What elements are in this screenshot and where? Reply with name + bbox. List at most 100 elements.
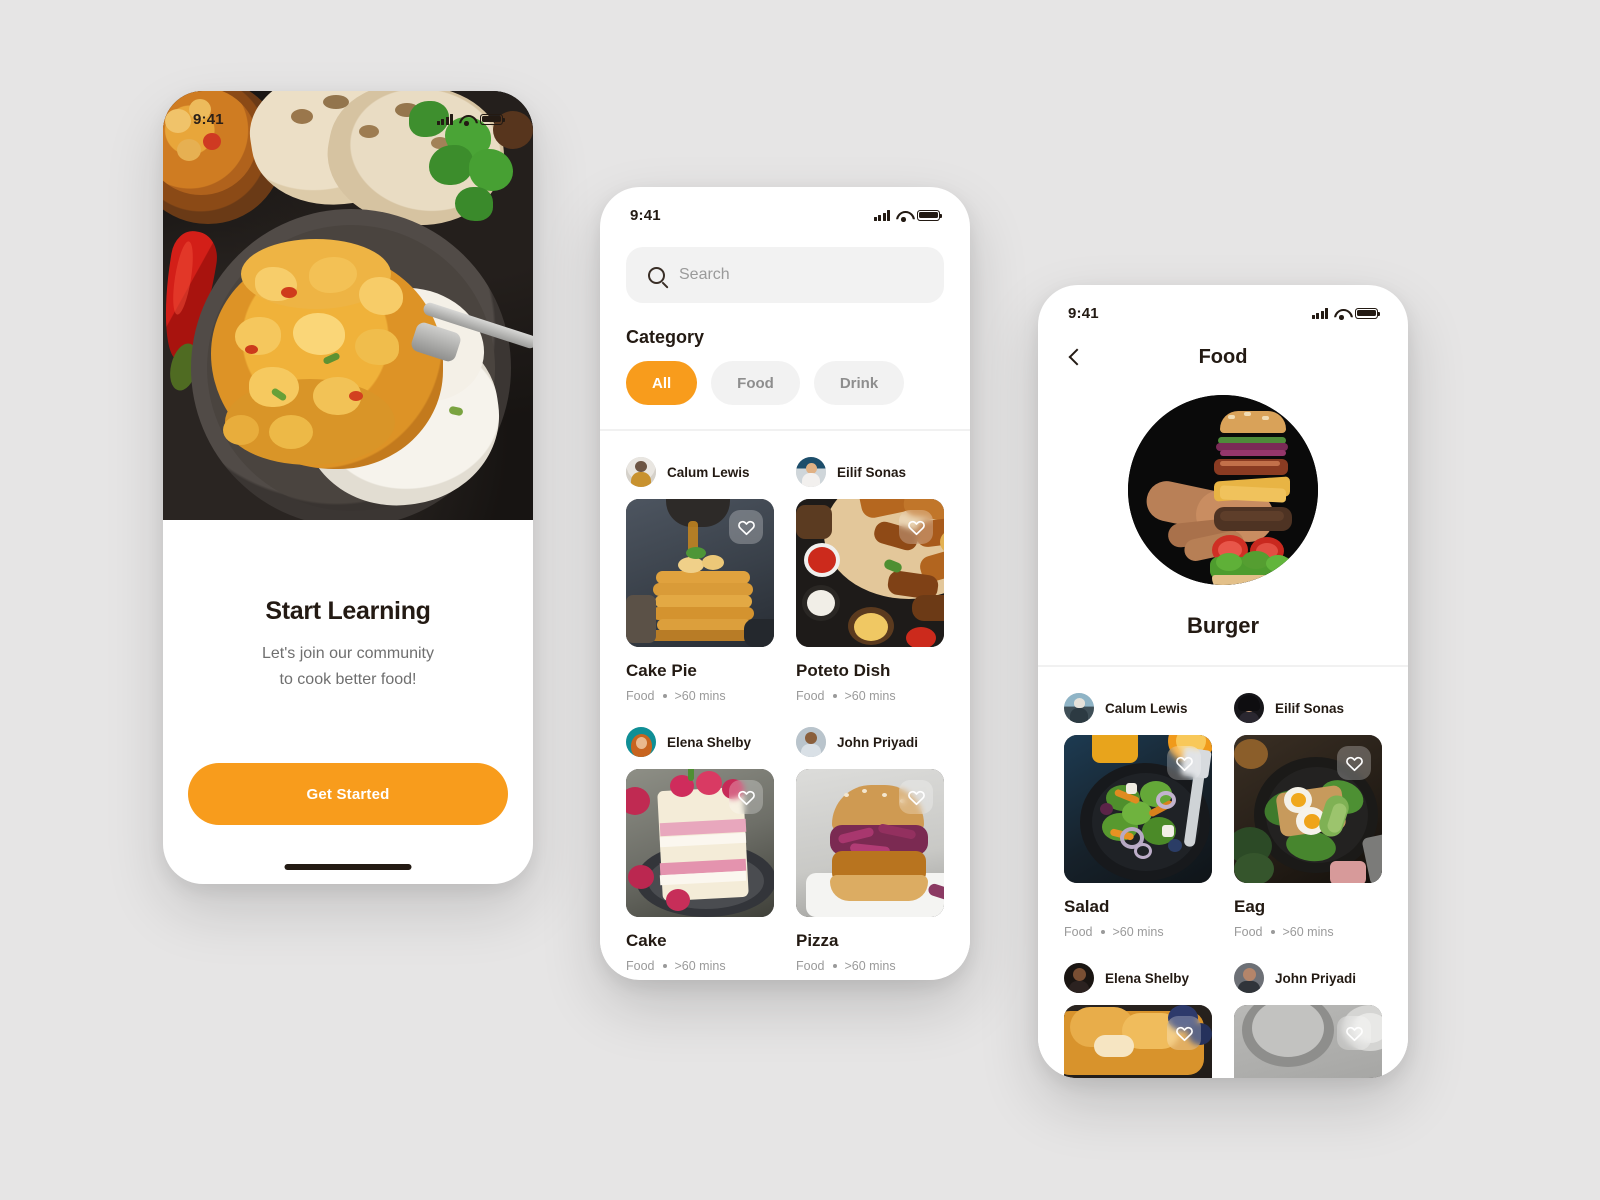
status-time: 9:41 (1068, 304, 1099, 322)
heart-icon (1175, 1026, 1193, 1041)
recipe-duration: >60 mins (1282, 925, 1334, 939)
home-indicator (284, 864, 412, 870)
recipe-image[interactable] (626, 499, 774, 647)
author-name: Calum Lewis (667, 464, 750, 480)
get-started-button[interactable]: Get Started (188, 763, 508, 825)
screenshot-canvas: 9:41 Start Learning Let's join our commu… (0, 0, 1600, 1200)
recipe-card[interactable]: Eilif Sonas (796, 451, 944, 707)
favorite-button[interactable] (1337, 1016, 1371, 1050)
page-title: Food (1198, 345, 1248, 368)
recipe-duration: >60 mins (674, 689, 726, 703)
recipe-card[interactable]: Elena Shelby (1064, 957, 1212, 1078)
subtitle-line-1: Let's join our community (261, 645, 434, 662)
recipe-image[interactable] (1064, 735, 1212, 883)
recipe-card[interactable]: Calum Lewis (626, 451, 774, 707)
back-button[interactable] (1064, 346, 1086, 368)
author-name: Elena Shelby (667, 734, 752, 750)
onboarding-copy: Start Learning Let's join our community … (163, 520, 533, 693)
wifi-icon (459, 114, 474, 126)
search-icon (648, 266, 665, 284)
battery-icon (480, 113, 506, 125)
recipe-meta: Food >60 mins (796, 959, 944, 973)
recipe-author[interactable]: Eilif Sonas (1234, 687, 1382, 729)
favorite-button[interactable] (729, 780, 763, 814)
separator-dot-icon (832, 964, 837, 968)
category-heading: Category (626, 327, 705, 347)
recipe-author[interactable]: Eilif Sonas (796, 451, 944, 493)
recipe-category: Food (796, 689, 825, 703)
recipe-image[interactable] (796, 499, 944, 647)
recipe-image[interactable] (796, 769, 944, 917)
author-name: John Priyadi (1275, 970, 1357, 986)
recipe-author[interactable]: Calum Lewis (1064, 687, 1212, 729)
page-title: Start Learning (265, 597, 431, 625)
onboarding-subtitle: Let's join our community to cook better … (163, 641, 533, 693)
separator-dot-icon (1100, 930, 1105, 934)
navigation-bar: Food (1038, 331, 1408, 383)
avatar (796, 457, 826, 487)
author-name: John Priyadi (837, 734, 919, 750)
recipe-duration: >60 mins (844, 689, 896, 703)
favorite-button[interactable] (899, 510, 933, 544)
recipe-card[interactable]: Elena Shelby (626, 721, 774, 977)
recipe-image[interactable] (1234, 735, 1382, 883)
battery-icon (1355, 307, 1381, 319)
recipe-title: Cake (626, 931, 667, 950)
separator-dot-icon (832, 694, 837, 698)
food-detail-screen: 9:41 Food Burger Calum Lewis Salad Food … (1038, 285, 1408, 1078)
recipe-grid: Calum Lewis (1064, 687, 1382, 1078)
recipe-grid: Calum Lewis (626, 451, 944, 977)
recipe-title: Poteto Dish (796, 661, 891, 680)
heart-icon (907, 520, 925, 535)
status-time: 9:41 (193, 110, 224, 128)
avatar (626, 457, 656, 487)
recipe-image[interactable] (1064, 1005, 1212, 1078)
author-name: Eilif Sonas (837, 464, 907, 480)
status-time: 9:41 (630, 206, 661, 224)
avatar (796, 727, 826, 757)
recipe-author[interactable]: Elena Shelby (626, 721, 774, 763)
recipe-duration: >60 mins (674, 959, 726, 973)
avatar (1064, 963, 1094, 993)
recipe-author[interactable]: Calum Lewis (626, 451, 774, 493)
recipe-category: Food (1064, 925, 1093, 939)
home-feed-screen: 9:41 Search Category All Food Drink Calu… (600, 187, 970, 980)
category-chip-all[interactable]: All (626, 361, 698, 405)
recipe-author[interactable]: Elena Shelby (1064, 957, 1212, 999)
recipe-author[interactable]: John Priyadi (796, 721, 944, 763)
category-chip-drink[interactable]: Drink (813, 361, 905, 405)
onboarding-screen: 9:41 Start Learning Let's join our commu… (163, 91, 533, 884)
favorite-button[interactable] (1167, 746, 1201, 780)
separator-dot-icon (662, 694, 667, 698)
search-input[interactable]: Search (626, 247, 944, 303)
favorite-button[interactable] (1167, 1016, 1201, 1050)
favorite-button[interactable] (1337, 746, 1371, 780)
heart-icon (1345, 1026, 1363, 1041)
signal-icon (1311, 307, 1328, 319)
recipe-card[interactable]: Calum Lewis (1064, 687, 1212, 943)
recipe-card[interactable]: Eilif Sonas (1234, 687, 1382, 943)
recipe-image[interactable] (626, 769, 774, 917)
category-chip-food[interactable]: Food (711, 361, 800, 405)
search-placeholder: Search (679, 266, 730, 283)
recipe-category: Food (626, 689, 655, 703)
recipe-card[interactable]: John Priyadi (1234, 957, 1382, 1078)
recipe-title: Eag (1234, 897, 1266, 916)
favorite-button[interactable] (899, 780, 933, 814)
recipe-meta: Food >60 mins (796, 689, 944, 703)
heart-icon (737, 520, 755, 535)
battery-icon (917, 209, 943, 221)
recipe-category: Food (796, 959, 825, 973)
recipe-title: Cake Pie (626, 661, 697, 680)
recipe-image[interactable] (1234, 1005, 1382, 1078)
favorite-button[interactable] (729, 510, 763, 544)
status-bar: 9:41 (163, 91, 533, 137)
separator-dot-icon (662, 964, 667, 968)
recipe-author[interactable]: John Priyadi (1234, 957, 1382, 999)
separator-dot-icon (1270, 930, 1275, 934)
recipe-card[interactable]: John Priyadi (796, 721, 944, 977)
signal-icon (873, 209, 890, 221)
onboarding-hero-image: 9:41 (163, 91, 533, 520)
recipe-duration: >60 mins (844, 959, 896, 973)
avatar (1064, 693, 1094, 723)
